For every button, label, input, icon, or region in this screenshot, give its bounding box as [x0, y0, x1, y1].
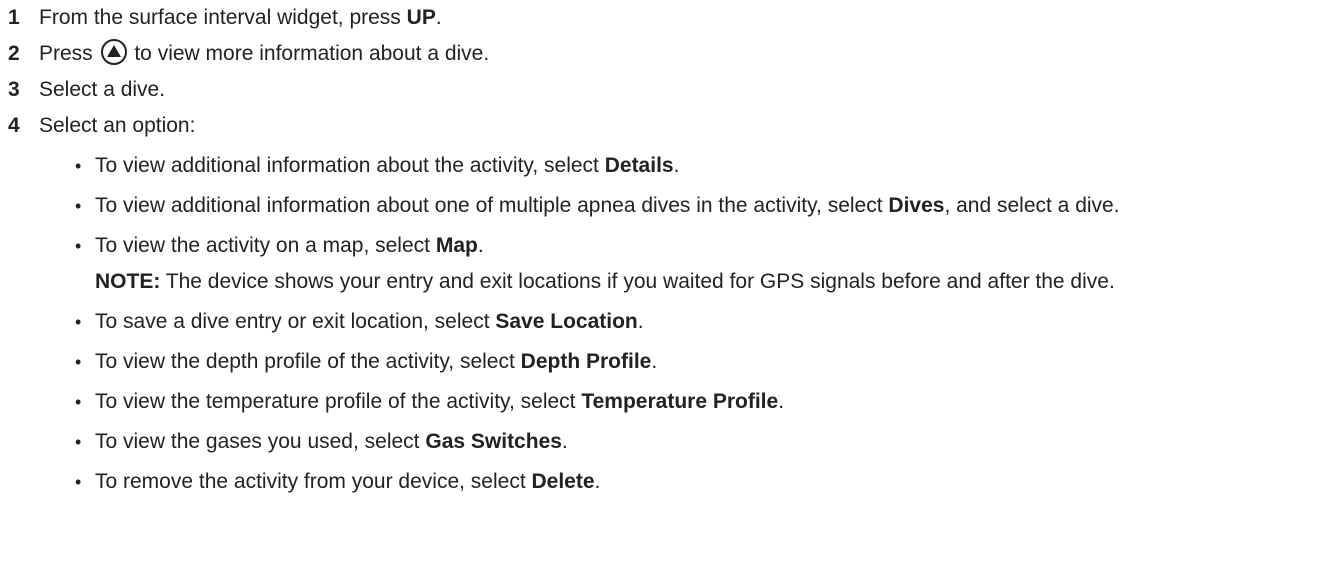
option-text-part: . [673, 154, 680, 177]
note-label: NOTE: [95, 270, 161, 293]
option-line: To view the activity on a map, select Ma… [95, 234, 484, 257]
note-text: The device shows your entry and exit loc… [160, 270, 1115, 293]
option-bold-term: Details [604, 154, 674, 177]
option-text-part: . [651, 350, 658, 373]
list-item: • To view additional information about t… [0, 150, 1329, 182]
bullet: • [75, 352, 82, 372]
list-item: • To view additional information about o… [0, 190, 1329, 222]
step-text: Select an option: [39, 114, 196, 137]
option-bold-term: Map [435, 234, 478, 257]
list-item: • To view the temperature profile of the… [0, 386, 1329, 418]
option-text: To view the gases you used, select Gas S… [95, 426, 1310, 458]
step-1: 1 From the surface interval widget, pres… [0, 2, 1329, 34]
option-text: To remove the activity from your device,… [95, 466, 1310, 498]
option-text: To view additional information about the… [95, 150, 1310, 182]
step-bold-term: UP [406, 6, 436, 29]
list-item: • To remove the activity from your devic… [0, 466, 1329, 498]
option-text: To view additional information about one… [95, 190, 1310, 222]
list-item: • To save a dive entry or exit location,… [0, 306, 1329, 338]
bullet: • [75, 196, 82, 216]
option-bold-term: Depth Profile [520, 350, 652, 373]
step-2: 2 Press to view more information about a… [0, 38, 1329, 70]
option-text-part: To view the temperature profile of the a… [95, 390, 582, 413]
option-bold-term: Dives [888, 194, 945, 217]
list-item: • To view the activity on a map, select … [0, 230, 1329, 298]
up-arrow-button-icon [100, 39, 127, 65]
note: NOTE: The device shows your entry and ex… [95, 266, 1310, 298]
option-bold-term: Save Location [495, 310, 638, 333]
bullet: • [75, 392, 82, 412]
step-text-part: to view more information about a dive. [128, 42, 490, 65]
option-text-part: To save a dive entry or exit location, s… [95, 310, 496, 333]
step-4: 4 Select an option: [0, 110, 1329, 142]
step-3: 3 Select a dive. [0, 74, 1329, 106]
step-text-part: Press [39, 42, 99, 65]
option-text: To view the depth profile of the activit… [95, 346, 1310, 378]
option-text: To view the temperature profile of the a… [95, 386, 1310, 418]
step-text-part: From the surface interval widget, press [39, 6, 407, 29]
step-text-part: . [435, 6, 442, 29]
bullet: • [75, 156, 82, 176]
option-bold-term: Temperature Profile [581, 390, 779, 413]
option-text-part: . [778, 390, 785, 413]
option-bold-term: Delete [531, 470, 595, 493]
bullet: • [75, 472, 82, 492]
step-text: Select a dive. [39, 78, 166, 101]
step-number: 3 [8, 78, 20, 101]
option-text-part: To view the activity on a map, select [95, 234, 436, 257]
list-item: • To view the depth profile of the activ… [0, 346, 1329, 378]
option-text-part: To view the gases you used, select [95, 430, 426, 453]
option-text-part: To view additional information about the… [95, 154, 605, 177]
option-text-part: To remove the activity from your device,… [95, 470, 532, 493]
option-bold-term: Gas Switches [425, 430, 562, 453]
step-number: 4 [8, 114, 20, 137]
step-number: 2 [8, 42, 20, 65]
option-text-part: . [477, 234, 484, 257]
bullet: • [75, 236, 82, 256]
option-text: To view the activity on a map, select Ma… [95, 230, 1310, 298]
option-text-part: , and select a dive. [944, 194, 1120, 217]
step-number: 1 [8, 6, 20, 29]
step-text: Press to view more information about a d… [39, 38, 1329, 70]
list-item: • To view the gases you used, select Gas… [0, 426, 1329, 458]
option-text-part: To view the depth profile of the activit… [95, 350, 521, 373]
option-text: To save a dive entry or exit location, s… [95, 306, 1310, 338]
option-text-part: . [594, 470, 601, 493]
option-text-part: . [561, 430, 568, 453]
option-text-part: . [637, 310, 644, 333]
bullet: • [75, 432, 82, 452]
bullet: • [75, 312, 82, 332]
option-list: • To view additional information about t… [0, 150, 1329, 498]
document-page: 1 From the surface interval widget, pres… [0, 0, 1329, 574]
step-text: From the surface interval widget, press … [39, 2, 1329, 34]
option-text-part: To view additional information about one… [95, 194, 889, 217]
